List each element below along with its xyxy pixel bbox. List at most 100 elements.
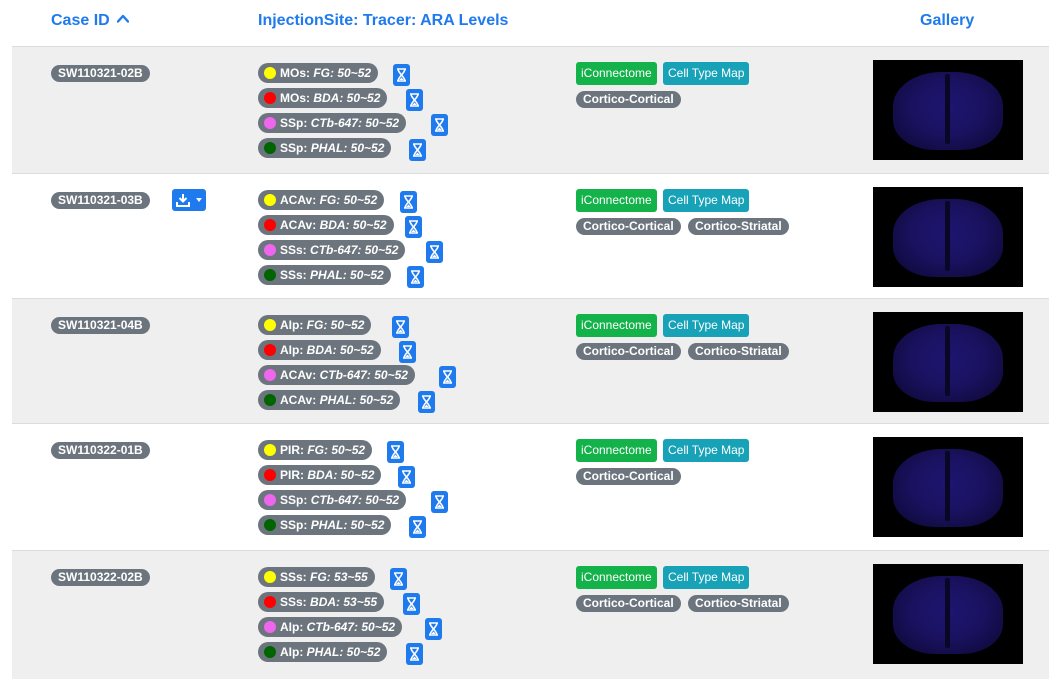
tracer-levels: BDA: 53~55 xyxy=(310,595,378,609)
tracer-levels: CTb-647: 50~52 xyxy=(319,368,408,382)
hourglass-button[interactable] xyxy=(426,241,443,263)
injection-site: SSs: xyxy=(280,570,307,584)
hourglass-button[interactable] xyxy=(409,139,426,161)
projection-tag: Cortico-Cortical xyxy=(576,595,681,612)
table-row: SW110321-03B ACAv: FG: 50~52 ACAv: BDA: 50… xyxy=(12,173,1049,299)
injection-badge: SSp: CTb-647: 50~52 xyxy=(258,490,407,510)
tracer-levels: PHAL: 50~52 xyxy=(319,393,394,407)
case-id-header-label: Case ID xyxy=(51,12,110,29)
hourglass-button[interactable] xyxy=(418,391,435,413)
tracer-dot-icon xyxy=(264,469,276,481)
case-id-badge[interactable]: SW110322-02B xyxy=(51,569,150,586)
injection-badge: SSs: PHAL: 50~52 xyxy=(258,265,391,285)
injection-site: AIp: xyxy=(280,318,304,332)
injection-site: SSs: xyxy=(280,243,307,257)
injection-badge: ACAv: BDA: 50~52 xyxy=(258,215,394,235)
hourglass-button[interactable] xyxy=(406,643,423,665)
sort-by-case-id[interactable]: Case ID xyxy=(51,12,130,30)
hourglass-button[interactable] xyxy=(398,466,415,488)
tracer-dot-icon xyxy=(264,117,276,129)
injection-site: SSp: xyxy=(280,518,308,532)
iconnectome-button[interactable]: iConnectome xyxy=(576,314,657,337)
hourglass-button[interactable] xyxy=(431,491,448,513)
projection-tag: Cortico-Striatal xyxy=(688,343,789,360)
injection-badge: SSp: PHAL: 50~52 xyxy=(258,138,392,158)
injection-badge: AIp: CTb-647: 50~52 xyxy=(258,617,403,637)
tracer-levels: BDA: 50~52 xyxy=(307,468,375,482)
tracer-levels: FG: 50~52 xyxy=(319,193,378,207)
case-id-badge[interactable]: SW110321-02B xyxy=(51,65,150,82)
gallery-thumbnail[interactable] xyxy=(873,564,1023,664)
tracer-dot-icon xyxy=(264,394,276,406)
gallery-header-label[interactable]: Gallery xyxy=(920,12,974,30)
case-id-badge[interactable]: SW110322-01B xyxy=(51,442,150,459)
injection-site: ACAv: xyxy=(280,193,317,207)
table-row: SW110322-01B PIR: FG: 50~52 PIR: BDA: 50~5… xyxy=(12,423,1049,551)
hourglass-button[interactable] xyxy=(399,341,416,363)
injection-badge: AIp: FG: 50~52 xyxy=(258,315,372,335)
injection-badge: ACAv: FG: 50~52 xyxy=(258,190,385,210)
tracer-dot-icon xyxy=(264,319,276,331)
injection-site: SSs: xyxy=(280,268,307,282)
tracer-levels: BDA: 50~52 xyxy=(306,343,374,357)
iconnectome-button[interactable]: iConnectome xyxy=(576,439,657,462)
injection-badge: ACAv: PHAL: 50~52 xyxy=(258,390,401,410)
injection-site: AIp: xyxy=(280,645,304,659)
table-row: SW110321-02B MOs: FG: 50~52 MOs: BDA: 50~5… xyxy=(12,46,1049,174)
hourglass-button[interactable] xyxy=(409,516,426,538)
gallery-thumbnail[interactable] xyxy=(873,60,1023,160)
hourglass-button[interactable] xyxy=(407,266,424,288)
download-button[interactable] xyxy=(172,189,206,211)
hourglass-button[interactable] xyxy=(405,216,422,238)
tracer-levels: PHAL: 50~52 xyxy=(306,645,381,659)
hourglass-button[interactable] xyxy=(400,191,417,213)
tracer-dot-icon xyxy=(264,67,276,79)
hourglass-button[interactable] xyxy=(431,114,448,136)
hourglass-button[interactable] xyxy=(439,366,456,388)
tracer-levels: CTb-647: 50~52 xyxy=(310,493,400,507)
tracer-levels: FG: 50~52 xyxy=(313,66,372,80)
injection-header-label[interactable]: InjectionSite: Tracer: ARA Levels xyxy=(258,12,508,30)
injection-site: SSp: xyxy=(280,141,308,155)
iconnectome-button[interactable]: iConnectome xyxy=(576,189,657,212)
hourglass-button[interactable] xyxy=(425,618,442,640)
hourglass-button[interactable] xyxy=(390,568,407,590)
injection-site: AIp: xyxy=(280,343,304,357)
case-id-badge[interactable]: SW110321-04B xyxy=(51,317,150,334)
cell-type-map-button[interactable]: Cell Type Map xyxy=(663,439,750,462)
tracer-dot-icon xyxy=(264,621,276,633)
tracer-levels: FG: 53~55 xyxy=(310,570,368,584)
hourglass-button[interactable] xyxy=(403,593,420,615)
gallery-thumbnail[interactable] xyxy=(873,437,1023,537)
injection-badge: SSp: PHAL: 50~52 xyxy=(258,515,392,535)
tracer-dot-icon xyxy=(264,269,276,281)
gallery-thumbnail[interactable] xyxy=(873,187,1023,287)
iconnectome-button[interactable]: iConnectome xyxy=(576,566,657,589)
table-row: SW110322-02B SSs: FG: 53~55 SSs: BDA: 53~5… xyxy=(12,550,1049,679)
tracer-dot-icon xyxy=(264,219,276,231)
tracer-dot-icon xyxy=(264,596,276,608)
injection-badge: SSs: BDA: 53~55 xyxy=(258,592,385,612)
hourglass-button[interactable] xyxy=(406,89,423,111)
table-header: Case ID InjectionSite: Tracer: ARA Level… xyxy=(0,0,1059,46)
case-id-badge[interactable]: SW110321-03B xyxy=(51,192,150,209)
injection-badge: PIR: BDA: 50~52 xyxy=(258,465,382,485)
projection-tag: Cortico-Striatal xyxy=(688,218,789,235)
gallery-thumbnail[interactable] xyxy=(873,312,1023,412)
cell-type-map-button[interactable]: Cell Type Map xyxy=(663,189,750,212)
tracer-levels: PHAL: 50~52 xyxy=(310,518,385,532)
cell-type-map-button[interactable]: Cell Type Map xyxy=(663,566,750,589)
hourglass-button[interactable] xyxy=(393,64,410,86)
brain-section-image xyxy=(893,324,1003,402)
injection-badge: AIp: PHAL: 50~52 xyxy=(258,642,388,662)
tracer-levels: CTb-647: 50~52 xyxy=(306,620,396,634)
cell-type-map-button[interactable]: Cell Type Map xyxy=(663,314,750,337)
cell-type-map-button[interactable]: Cell Type Map xyxy=(663,62,750,85)
hourglass-button[interactable] xyxy=(392,316,409,338)
injection-badge: SSs: CTb-647: 50~52 xyxy=(258,240,406,260)
tracer-levels: BDA: 50~52 xyxy=(319,218,387,232)
iconnectome-button[interactable]: iConnectome xyxy=(576,62,657,85)
tracer-dot-icon xyxy=(264,142,276,154)
tracer-dot-icon xyxy=(264,646,276,658)
hourglass-button[interactable] xyxy=(387,441,404,463)
